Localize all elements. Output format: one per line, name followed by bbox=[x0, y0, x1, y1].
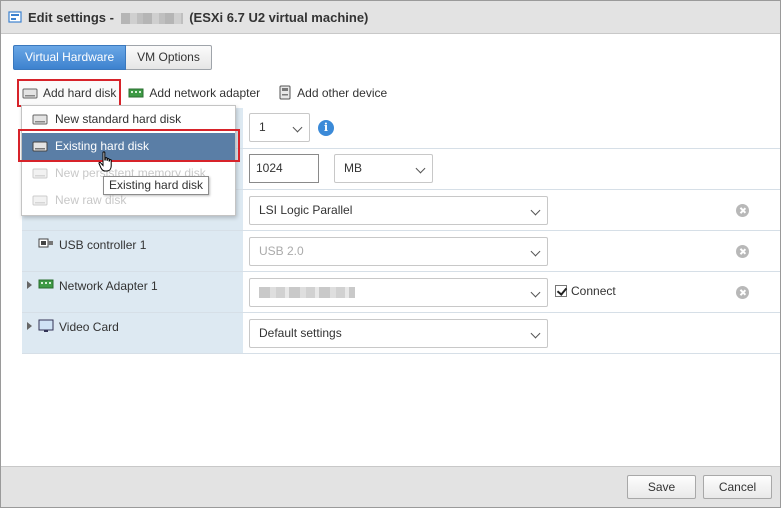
add-other-device-button[interactable]: Add other device bbox=[273, 79, 392, 107]
connect-label: Connect bbox=[571, 284, 616, 298]
hand-cursor-icon bbox=[98, 151, 112, 172]
hard-disk-icon bbox=[32, 168, 48, 179]
tab-vm-options[interactable]: VM Options bbox=[126, 45, 212, 70]
chevron-down-icon bbox=[530, 205, 541, 216]
highlight-outline bbox=[18, 129, 240, 162]
tab-virtual-hardware[interactable]: Virtual Hardware bbox=[13, 45, 127, 70]
hard-disk-icon bbox=[22, 88, 38, 99]
dialog-title-suffix: (ESXi 6.7 U2 virtual machine) bbox=[189, 10, 369, 25]
menu-item-label: New raw disk bbox=[55, 193, 127, 207]
dialog-footer: Save Cancel bbox=[1, 466, 780, 507]
redacted-vm-name bbox=[120, 13, 183, 25]
cancel-button[interactable]: Cancel bbox=[703, 475, 772, 499]
usb-controller-label: USB controller 1 bbox=[59, 238, 147, 252]
connect-checkbox[interactable] bbox=[555, 285, 567, 297]
expand-arrow-icon[interactable] bbox=[27, 281, 32, 289]
video-label-cell bbox=[22, 313, 243, 353]
scsi-type-select[interactable]: LSI Logic Parallel bbox=[249, 196, 548, 225]
add-hard-disk-button[interactable]: Add hard disk bbox=[17, 79, 122, 107]
info-icon[interactable]: i bbox=[318, 120, 334, 136]
expand-arrow-icon[interactable] bbox=[27, 322, 32, 330]
memory-unit-select[interactable]: MB bbox=[334, 154, 433, 183]
edit-settings-dialog: Edit settings - (ESXi 6.7 U2 virtual mac… bbox=[0, 0, 781, 508]
cpu-count-value: 1 bbox=[259, 120, 266, 134]
video-card-label: Video Card bbox=[59, 320, 119, 334]
settings-tabs: Virtual Hardware VM Options bbox=[13, 45, 212, 70]
chevron-down-icon bbox=[415, 163, 426, 174]
remove-network-icon[interactable] bbox=[736, 286, 749, 299]
usb-version-select[interactable]: USB 2.0 bbox=[249, 237, 548, 266]
video-card-row: Video Card Default settings bbox=[22, 313, 780, 354]
chevron-down-icon bbox=[530, 246, 541, 257]
title-bar: Edit settings - (ESXi 6.7 U2 virtual mac… bbox=[1, 1, 780, 34]
add-network-adapter-button[interactable]: Add network adapter bbox=[123, 79, 265, 107]
chevron-down-icon bbox=[292, 122, 303, 133]
dialog-title-prefix: Edit settings - bbox=[28, 10, 114, 25]
video-settings-select[interactable]: Default settings bbox=[249, 319, 548, 348]
cpu-count-select[interactable]: 1 bbox=[249, 113, 310, 142]
save-button[interactable]: Save bbox=[627, 475, 696, 499]
menu-item-label: New standard hard disk bbox=[55, 112, 182, 126]
remove-scsi-icon[interactable] bbox=[736, 204, 749, 217]
memory-unit-value: MB bbox=[344, 161, 362, 175]
vm-settings-icon bbox=[8, 11, 22, 23]
scsi-type-value: LSI Logic Parallel bbox=[259, 203, 353, 217]
usb-version-value: USB 2.0 bbox=[259, 244, 304, 258]
network-adapter-icon bbox=[38, 279, 54, 289]
monitor-icon bbox=[38, 319, 54, 332]
memory-size-input[interactable]: 1024 bbox=[249, 154, 319, 183]
chevron-down-icon bbox=[530, 287, 541, 298]
hard-disk-icon bbox=[32, 114, 48, 125]
network-adapter-icon bbox=[128, 88, 144, 98]
hardware-toolbar: Add hard disk Add network adapter Add ot… bbox=[17, 79, 392, 107]
tooltip: Existing hard disk bbox=[103, 176, 210, 195]
redacted-network-name bbox=[259, 287, 355, 299]
chevron-down-icon bbox=[530, 328, 541, 339]
usb-icon bbox=[38, 238, 53, 248]
usb-controller-row: USB controller 1 USB 2.0 bbox=[22, 231, 780, 272]
network-adapter-label: Network Adapter 1 bbox=[59, 279, 158, 293]
dialog-title: Edit settings - (ESXi 6.7 U2 virtual mac… bbox=[28, 10, 368, 25]
memory-size-value: 1024 bbox=[256, 161, 283, 175]
network-adapter-row: Network Adapter 1 Connect bbox=[22, 272, 780, 313]
add-network-adapter-label: Add network adapter bbox=[149, 86, 261, 100]
add-hard-disk-label: Add hard disk bbox=[43, 86, 117, 100]
other-device-icon bbox=[279, 85, 291, 100]
remove-usb-icon[interactable] bbox=[736, 245, 749, 258]
network-port-group-select[interactable] bbox=[249, 278, 548, 307]
hard-disk-icon bbox=[32, 195, 48, 206]
video-settings-value: Default settings bbox=[259, 326, 342, 340]
add-other-device-label: Add other device bbox=[297, 86, 388, 100]
